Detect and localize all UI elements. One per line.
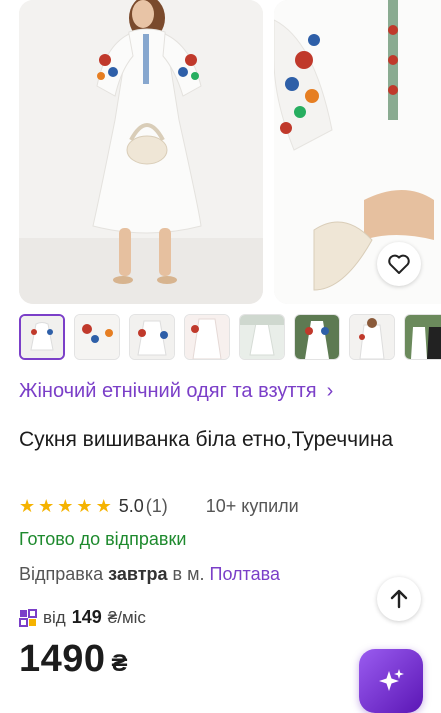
thumbnail-8[interactable] [404, 314, 441, 360]
star-icon: ★ [38, 496, 55, 516]
thumbnail-7[interactable] [349, 314, 395, 360]
rating-stars: ★ ★ ★ ★ ★ [19, 497, 112, 515]
shipping-prefix: Відправка [19, 564, 104, 584]
installment-amount: 149 [71, 607, 102, 627]
installment-icon [19, 608, 37, 627]
chevron-right-icon: › [326, 380, 334, 402]
star-icon: ★ [76, 496, 93, 516]
favorite-button[interactable] [377, 242, 421, 286]
category-link[interactable]: Жіночий етнічний одяг та взуття › [19, 380, 333, 403]
installment-prefix: від [43, 607, 66, 627]
thumbnail-1[interactable] [19, 314, 65, 360]
thumbnail-6[interactable] [294, 314, 340, 360]
star-icon: ★ [57, 496, 74, 516]
price-currency: ₴ [111, 650, 128, 677]
shipping-info: Відправка завтра в м. Полтава [19, 564, 280, 585]
product-title: Сукня вишиванка біла етно,Туреччина [19, 428, 394, 451]
shipping-when: завтра [108, 564, 168, 584]
thumbnail-3[interactable] [129, 314, 175, 360]
heart-outline-icon [388, 254, 410, 274]
bought-count: 10+ купили [205, 495, 299, 516]
thumbnail-4[interactable] [184, 314, 230, 360]
star-icon: ★ [95, 496, 112, 516]
installment-suffix: ₴/міс [107, 607, 146, 627]
image-gallery[interactable] [0, 0, 441, 308]
sparkles-icon [379, 669, 404, 691]
scroll-to-top-button[interactable] [377, 577, 421, 621]
product-photo-main[interactable] [19, 0, 263, 304]
rating-count[interactable]: (1) [146, 496, 168, 517]
rating-row[interactable]: ★ ★ ★ ★ ★ 5.0 (1) 10+ купили [19, 494, 299, 518]
rating-value: 5.0 [118, 495, 144, 516]
arrow-up-icon [390, 589, 408, 609]
ready-to-ship: Готово до відправки [19, 529, 187, 549]
category-label: Жіночий етнічний одяг та взуття [19, 380, 317, 402]
installment-info[interactable]: від 149 ₴/міс [19, 607, 146, 628]
ai-assistant-button[interactable] [359, 649, 423, 713]
thumbnail-5[interactable] [239, 314, 285, 360]
price: 1490 ₴ [19, 638, 128, 681]
price-value: 1490 [19, 638, 106, 680]
shipping-middle: в м. [172, 564, 205, 584]
shipping-city-link[interactable]: Полтава [210, 564, 280, 584]
star-icon: ★ [19, 496, 36, 516]
thumbnail-2[interactable] [74, 314, 120, 360]
thumbnail-strip [19, 314, 441, 360]
